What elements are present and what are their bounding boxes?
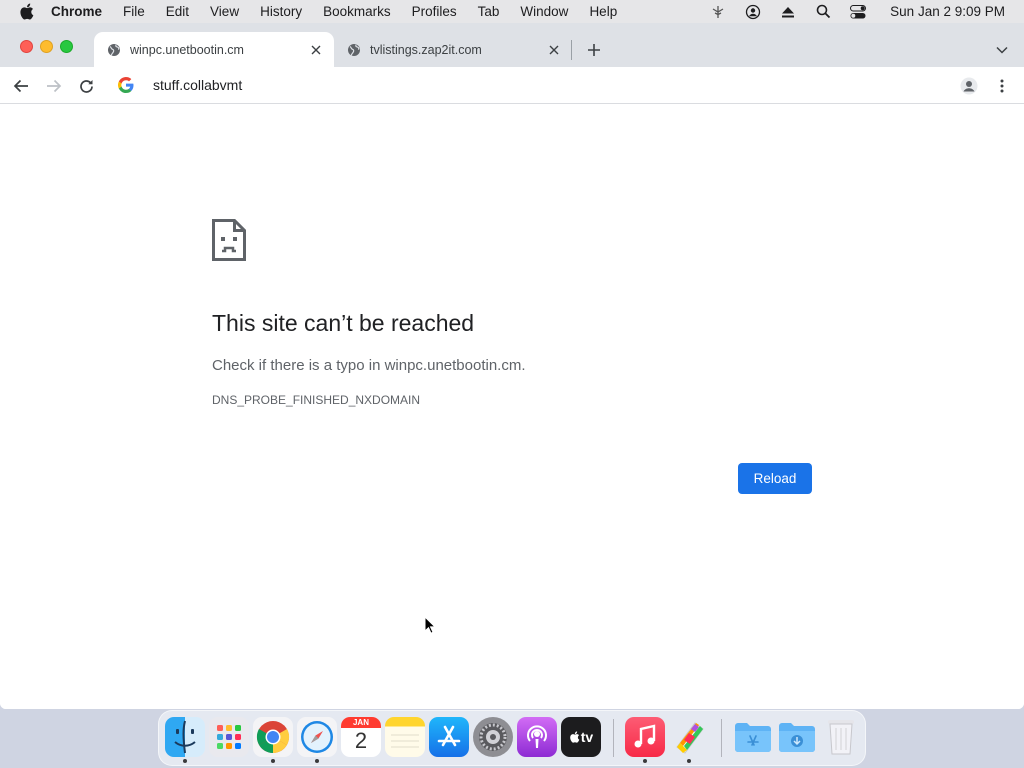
menubar-clock[interactable]: Sun Jan 2 9:09 PM: [890, 4, 1005, 19]
menu-profiles[interactable]: Profiles: [412, 4, 457, 19]
forward-arrow-icon[interactable]: [44, 76, 64, 96]
window-minimize-button[interactable]: [40, 40, 53, 53]
tab-search-chevron-icon[interactable]: [993, 41, 1011, 59]
running-indicator: [687, 759, 691, 763]
error-title: This site can’t be reached: [212, 310, 475, 336]
dock-divider: [721, 719, 722, 757]
menu-bar: Chrome File Edit View History Bookmarks …: [0, 0, 1024, 23]
profile-avatar-icon[interactable]: [959, 76, 979, 96]
menu-view[interactable]: View: [210, 4, 239, 19]
music-icon[interactable]: [625, 717, 665, 757]
eject-icon[interactable]: [779, 3, 797, 21]
tab-title: tvlistings.zap2it.com: [370, 42, 482, 57]
tab-close-icon[interactable]: [546, 42, 562, 58]
spotlight-search-icon[interactable]: [814, 3, 832, 21]
menu-file[interactable]: File: [123, 4, 145, 19]
safari-icon[interactable]: [297, 717, 337, 757]
calendar-month: JAN: [341, 717, 381, 728]
omnibox-input[interactable]: stuff.collabvmt: [153, 77, 242, 93]
podcasts-icon[interactable]: [517, 717, 557, 757]
calendar-icon[interactable]: JAN 2: [341, 717, 381, 757]
applications-folder-icon[interactable]: [733, 717, 773, 757]
user-account-icon[interactable]: [744, 3, 762, 21]
sad-page-icon: [212, 219, 246, 261]
browser-window: winpc.unetbootin.cm tvlistings.zap2it.co…: [0, 23, 1024, 709]
running-indicator: [315, 759, 319, 763]
tab-inactive[interactable]: tvlistings.zap2it.com: [334, 32, 572, 67]
running-indicator: [643, 759, 647, 763]
finder-icon[interactable]: [165, 717, 205, 757]
error-suggestion: Check if there is a typo in winpc.unetbo…: [212, 357, 526, 374]
dock-divider: [613, 719, 614, 757]
menu-app-name[interactable]: Chrome: [51, 4, 102, 19]
error-code: DNS_PROBE_FINISHED_NXDOMAIN: [212, 393, 421, 407]
apple-tv-icon[interactable]: tv: [561, 717, 601, 757]
back-arrow-icon[interactable]: [11, 76, 31, 96]
running-indicator: [271, 759, 275, 763]
error-page: This site can’t be reached Check if ther…: [0, 104, 1024, 709]
window-close-button[interactable]: [20, 40, 33, 53]
browser-toolbar: stuff.collabvmt: [0, 67, 1024, 104]
tab-separator: [571, 40, 572, 60]
trash-icon[interactable]: [821, 717, 861, 757]
launchpad-icon[interactable]: [209, 717, 249, 757]
menu-edit[interactable]: Edit: [166, 4, 189, 19]
more-options-kebab-icon[interactable]: [992, 76, 1012, 96]
notes-icon[interactable]: [385, 717, 425, 757]
globe-icon: [346, 42, 362, 58]
tab-strip: winpc.unetbootin.cm tvlistings.zap2it.co…: [0, 23, 1024, 67]
globe-icon: [106, 42, 122, 58]
running-indicator: [183, 759, 187, 763]
apple-tv-label: tv: [580, 729, 594, 745]
menu-help[interactable]: Help: [589, 4, 617, 19]
app-store-icon[interactable]: [429, 717, 469, 757]
reload-button[interactable]: Reload: [738, 463, 812, 494]
chrome-icon[interactable]: [253, 717, 293, 757]
tab-active[interactable]: winpc.unetbootin.cm: [94, 32, 334, 67]
downloads-folder-icon[interactable]: [777, 717, 817, 757]
new-tab-plus-icon[interactable]: [585, 41, 603, 59]
control-center-icon[interactable]: [849, 3, 867, 21]
calendar-day: 2: [354, 728, 368, 753]
google-logo-icon: [118, 77, 134, 93]
wifi-off-icon[interactable]: [709, 3, 727, 21]
menu-history[interactable]: History: [260, 4, 302, 19]
apple-logo-icon[interactable]: [19, 3, 35, 20]
color-picker-icon[interactable]: [669, 717, 709, 757]
menu-window[interactable]: Window: [520, 4, 568, 19]
menu-bookmarks[interactable]: Bookmarks: [323, 4, 391, 19]
menu-tab[interactable]: Tab: [478, 4, 500, 19]
reload-icon[interactable]: [76, 76, 96, 96]
system-preferences-icon[interactable]: [473, 717, 513, 757]
dock: JAN 2 tv: [158, 710, 866, 766]
tab-title: winpc.unetbootin.cm: [130, 42, 244, 57]
tab-close-icon[interactable]: [308, 42, 324, 58]
window-maximize-button[interactable]: [60, 40, 73, 53]
mouse-pointer-icon: [424, 615, 437, 634]
